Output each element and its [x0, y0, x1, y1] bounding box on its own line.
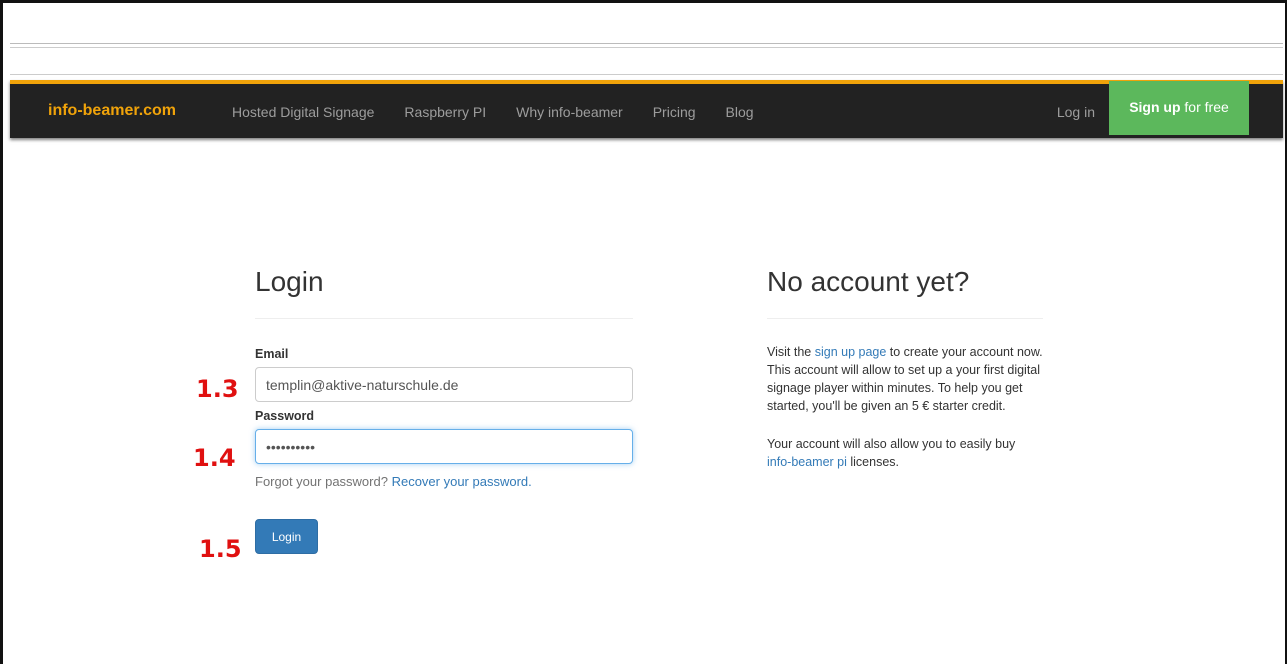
- nav-hosted-digital-signage[interactable]: Hosted Digital Signage: [232, 104, 374, 120]
- annotation-1-4: 1.4: [193, 444, 236, 472]
- signup-info: No account yet? Visit the sign up page t…: [767, 266, 1043, 471]
- signup-bold-text: Sign up: [1129, 99, 1181, 115]
- annotation-1-3: 1.3: [196, 375, 239, 403]
- nav-blog[interactable]: Blog: [726, 104, 754, 120]
- browser-top-rule: [10, 43, 1283, 48]
- sign-up-page-link[interactable]: sign up page: [815, 345, 887, 359]
- p1-before: Visit the: [767, 345, 815, 359]
- annotation-1-5: 1.5: [199, 535, 242, 563]
- recover-password-link[interactable]: Recover your password.: [392, 474, 532, 489]
- nav-raspberry-pi[interactable]: Raspberry PI: [404, 104, 486, 120]
- password-input[interactable]: [255, 429, 633, 464]
- signup-info-paragraph-2: Your account will also allow you to easi…: [767, 435, 1043, 471]
- info-beamer-pi-link[interactable]: info-beamer pi: [767, 455, 847, 469]
- signup-info-paragraph-1: Visit the sign up page to create your ac…: [767, 343, 1043, 415]
- brand-link[interactable]: info-beamer.com: [48, 102, 176, 120]
- email-input[interactable]: [255, 367, 633, 402]
- forgot-password: Forgot your password? Recover your passw…: [255, 474, 633, 489]
- p2-before: Your account will also allow you to easi…: [767, 437, 1016, 451]
- login-form: Login Email Password Forgot your passwor…: [255, 266, 633, 554]
- login-button[interactable]: Login: [255, 519, 318, 554]
- no-account-title: No account yet?: [767, 266, 1043, 319]
- nav-links: Hosted Digital Signage Raspberry PI Why …: [232, 104, 784, 120]
- navbar: info-beamer.com Hosted Digital Signage R…: [10, 80, 1283, 138]
- password-label: Password: [255, 409, 315, 423]
- nav-why-info-beamer[interactable]: Why info-beamer: [516, 104, 623, 120]
- browser-top-rule-2: [10, 74, 1283, 75]
- signup-button[interactable]: Sign up for free: [1109, 81, 1249, 135]
- forgot-text: Forgot your password?: [255, 474, 392, 489]
- p2-after: licenses.: [846, 455, 900, 469]
- login-title: Login: [255, 266, 633, 319]
- nav-log-in[interactable]: Log in: [1057, 104, 1095, 120]
- signup-rest-text: for free: [1180, 99, 1229, 115]
- email-label: Email: [255, 347, 289, 361]
- nav-pricing[interactable]: Pricing: [653, 104, 696, 120]
- signup-info-text: Visit the sign up page to create your ac…: [767, 343, 1043, 471]
